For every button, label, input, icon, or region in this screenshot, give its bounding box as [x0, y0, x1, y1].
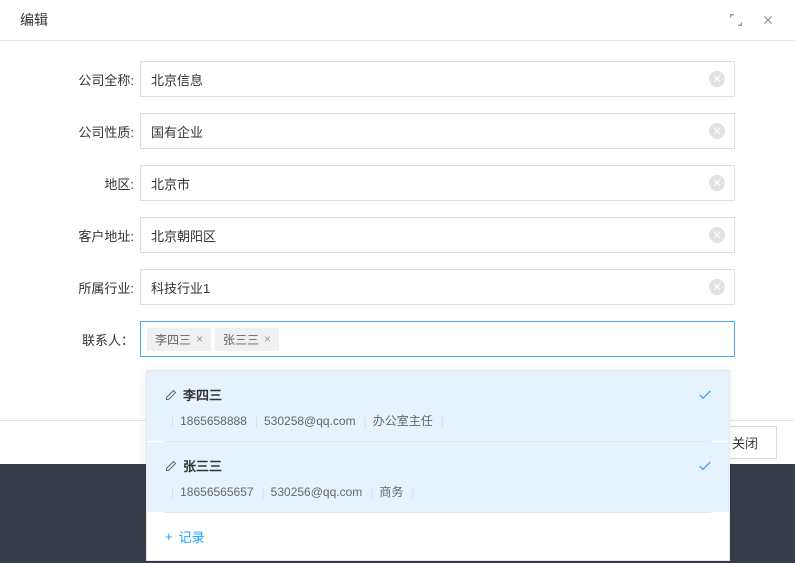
- contact-phone: 18656565657: [180, 485, 253, 499]
- contact-tag: 李四三 ×: [147, 328, 211, 351]
- check-icon: [697, 458, 713, 477]
- tag-label: 李四三: [155, 331, 191, 348]
- company-type-input[interactable]: [140, 113, 735, 149]
- close-icon[interactable]: [761, 13, 775, 27]
- clear-icon[interactable]: ✕: [709, 279, 725, 295]
- company-full-label: 公司全称:: [0, 70, 140, 89]
- contact-role: 办公室主任: [373, 412, 433, 429]
- clear-icon[interactable]: ✕: [709, 227, 725, 243]
- address-input[interactable]: [140, 217, 735, 253]
- contact-phone: 1865658888: [180, 414, 247, 428]
- industry-label: 所属行业:: [0, 278, 140, 297]
- contact-tag-input[interactable]: 李四三 × 张三三 ×: [140, 321, 735, 357]
- contact-email: 530256@qq.com: [271, 485, 363, 499]
- contact-name: 李四三: [183, 385, 222, 404]
- tag-remove-icon[interactable]: ×: [196, 332, 203, 346]
- contact-label: 联系人：: [0, 330, 140, 349]
- contact-email: 530258@qq.com: [264, 414, 356, 428]
- industry-input[interactable]: [140, 269, 735, 305]
- contact-role: 商务: [379, 483, 403, 500]
- tag-remove-icon[interactable]: ×: [264, 332, 271, 346]
- dropdown-item[interactable]: 李四三 | 1865658888 | 530258@qq.com | 办公室主任…: [147, 371, 729, 441]
- contact-name: 张三三: [183, 456, 222, 475]
- check-icon: [697, 387, 713, 406]
- expand-icon[interactable]: [729, 13, 743, 27]
- company-full-input[interactable]: [140, 61, 735, 97]
- region-input[interactable]: [140, 165, 735, 201]
- plus-icon: +: [165, 529, 173, 544]
- clear-icon[interactable]: ✕: [709, 123, 725, 139]
- tag-label: 张三三: [223, 331, 259, 348]
- company-type-label: 公司性质:: [0, 122, 140, 141]
- dropdown-item[interactable]: 张三三 | 18656565657 | 530256@qq.com | 商务 |: [147, 442, 729, 512]
- clear-icon[interactable]: ✕: [709, 71, 725, 87]
- add-record-button[interactable]: + 记录: [147, 513, 729, 560]
- edit-icon: [165, 460, 177, 472]
- edit-icon: [165, 389, 177, 401]
- contact-dropdown: 李四三 | 1865658888 | 530258@qq.com | 办公室主任…: [146, 370, 730, 561]
- region-label: 地区:: [0, 174, 140, 193]
- clear-icon[interactable]: ✕: [709, 175, 725, 191]
- add-record-label: 记录: [179, 527, 205, 546]
- contact-tag: 张三三 ×: [215, 328, 279, 351]
- address-label: 客户地址:: [0, 226, 140, 245]
- modal-title: 编辑: [20, 10, 48, 30]
